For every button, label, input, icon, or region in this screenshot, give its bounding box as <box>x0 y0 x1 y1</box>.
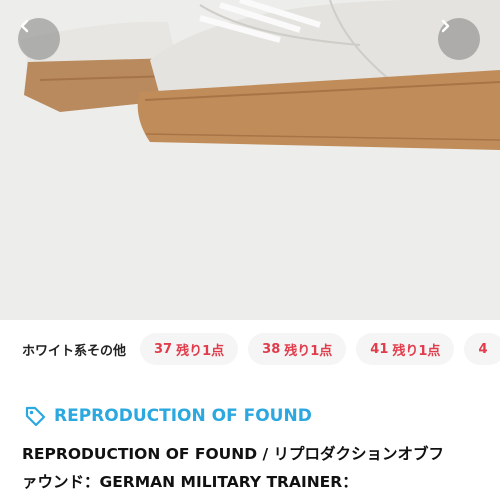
stock-status: 残り1点 <box>176 343 225 359</box>
tag-icon <box>25 406 46 427</box>
variant-selector: ホワイト系その他 37 残り1点 38 残り1点 41 残り1点 4 <box>0 320 500 378</box>
product-title-line: REPRODUCTION OF FOUND / リプロダクションオブフ <box>22 445 445 463</box>
gallery-next-button[interactable] <box>438 18 480 60</box>
stock-status: 残り1点 <box>284 343 333 359</box>
gallery-prev-button[interactable] <box>18 18 60 60</box>
product-image <box>20 0 500 150</box>
chevron-right-icon <box>441 19 450 33</box>
product-title-line: ァウンド：GERMAN MILITARY TRAINER： <box>22 473 358 491</box>
size-value: 4 <box>478 341 488 357</box>
size-chip-37[interactable]: 37 残り1点 <box>140 333 239 365</box>
size-chip-partial[interactable]: 4 <box>464 333 500 365</box>
size-chip-38[interactable]: 38 残り1点 <box>248 333 347 365</box>
brand-link[interactable]: REPRODUCTION OF FOUND <box>24 404 312 428</box>
size-value: 38 <box>262 341 281 357</box>
color-variant-label: ホワイト系その他 <box>22 343 127 359</box>
product-image-gallery[interactable] <box>0 0 500 320</box>
size-value: 37 <box>154 341 173 357</box>
chevron-left-icon <box>20 19 29 33</box>
brand-name: REPRODUCTION OF FOUND <box>54 406 312 426</box>
stock-status: 残り1点 <box>392 343 441 359</box>
size-chip-41[interactable]: 41 残り1点 <box>356 333 455 365</box>
product-title: REPRODUCTION OF FOUND / リプロダクションオブフ ァウンド… <box>22 440 482 496</box>
size-value: 41 <box>370 341 389 357</box>
